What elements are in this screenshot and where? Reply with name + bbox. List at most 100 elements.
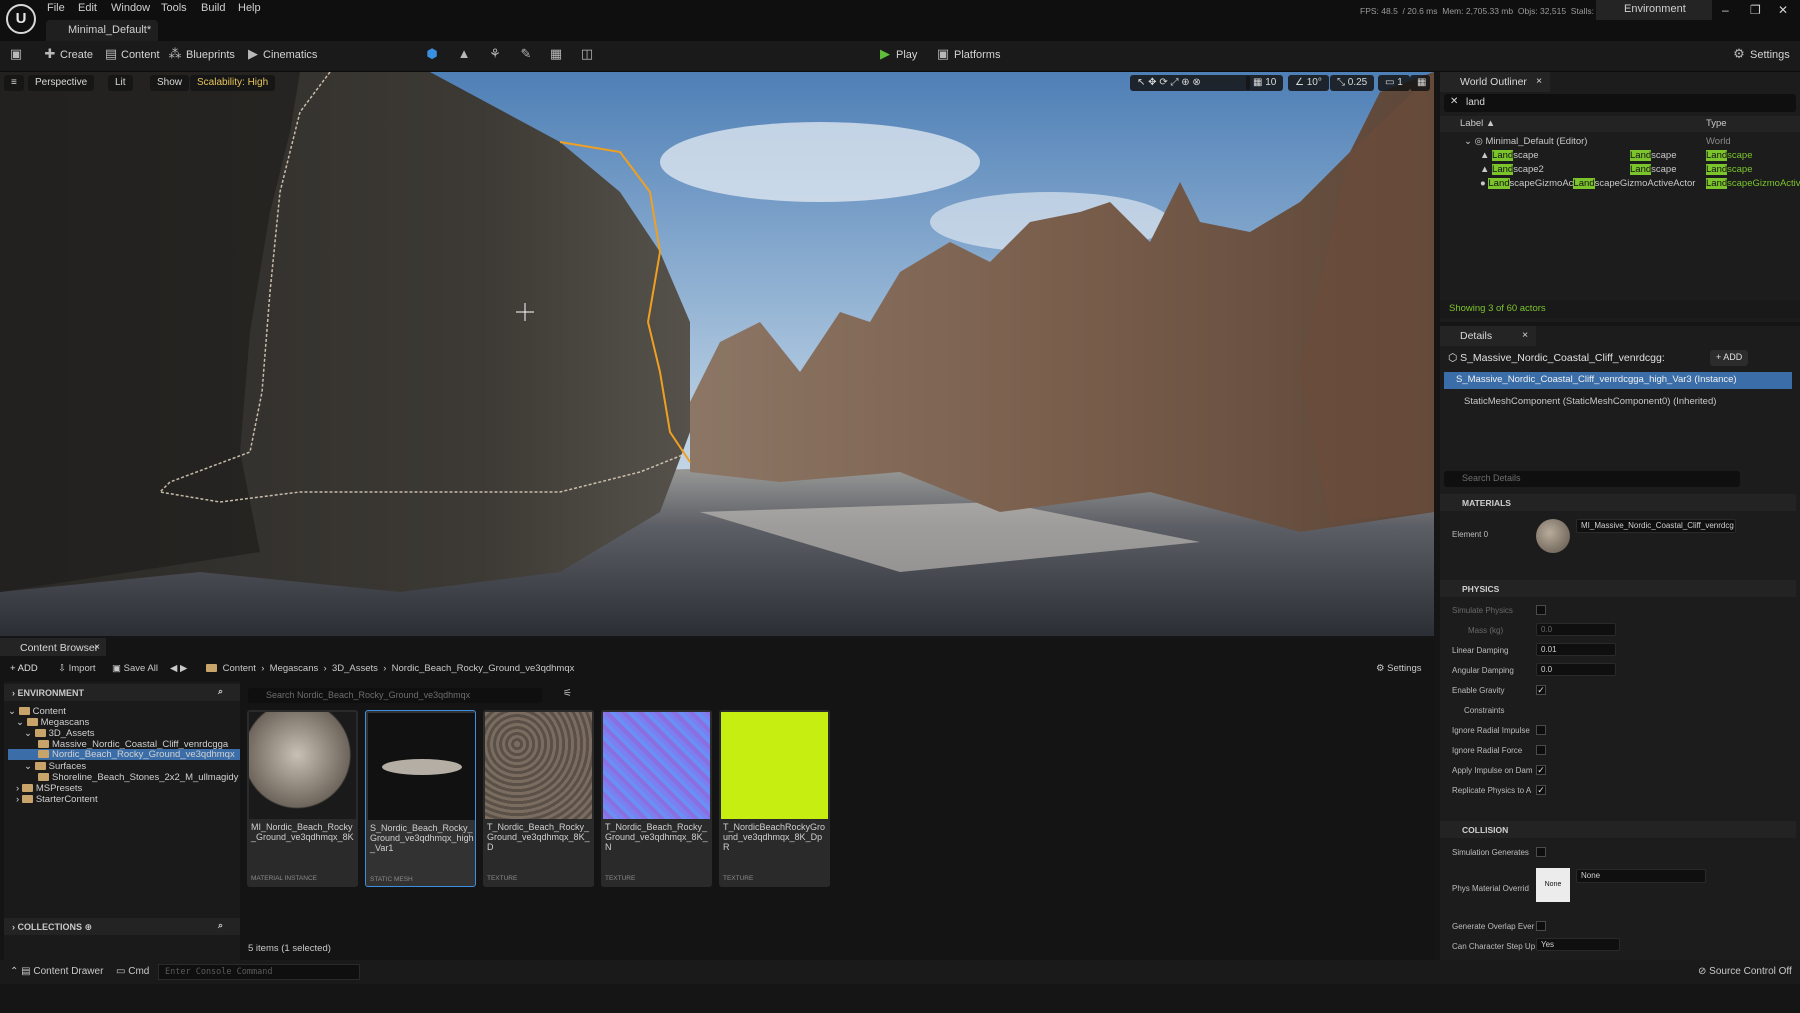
ignore-radial-force-checkbox[interactable]: [1536, 745, 1546, 755]
console-input[interactable]: Enter Console Command: [158, 964, 360, 980]
filter-icon[interactable]: ⚟: [563, 688, 572, 699]
landscape-mode-icon[interactable]: ▲: [457, 47, 471, 61]
cmd-button[interactable]: ▭ Cmd: [116, 966, 149, 977]
instance-row[interactable]: S_Massive_Nordic_Coastal_Cliff_venrdcgga…: [1444, 372, 1792, 389]
tree-item-startercontent[interactable]: › StarterContent: [16, 794, 98, 805]
tree-item-content[interactable]: ⌄ Content: [8, 706, 66, 717]
asset-tile[interactable]: T_Nordic_Beach_Rocky_Ground_ve3qdhmqx_8K…: [483, 710, 594, 887]
phys-material-thumbnail[interactable]: None: [1536, 868, 1570, 902]
save-all-button[interactable]: ▣ Save All: [112, 663, 158, 674]
angle-snap-button[interactable]: ∠ 10°: [1288, 75, 1329, 91]
close-tab-icon[interactable]: ×: [1536, 75, 1542, 87]
breadcrumb-current-folder[interactable]: Nordic_Beach_Rocky_Ground_ve3qdhmqx: [392, 663, 575, 674]
play-icon[interactable]: ▶: [878, 47, 892, 61]
details-tab[interactable]: Details ×: [1440, 326, 1536, 346]
materials-section[interactable]: MATERIALS: [1440, 494, 1796, 511]
label-column-header[interactable]: Label ▲: [1460, 118, 1495, 129]
tree-item-mspresets[interactable]: › MSPresets: [16, 783, 82, 794]
material-thumbnail[interactable]: [1536, 519, 1570, 553]
level-viewport[interactable]: ≡ Perspective Lit Show Scalability: High…: [0, 72, 1434, 636]
history-nav[interactable]: ◀ ▶: [170, 663, 187, 674]
mass-field[interactable]: 0.0: [1536, 623, 1616, 636]
close-tab-icon[interactable]: ×: [1522, 329, 1528, 341]
menu-help[interactable]: Help: [238, 2, 261, 14]
save-icon[interactable]: ▣: [9, 47, 23, 61]
unreal-logo-icon[interactable]: U: [6, 4, 36, 34]
simulate-physics-checkbox[interactable]: [1536, 605, 1546, 615]
cinematics-button[interactable]: Cinematics: [263, 49, 317, 61]
constraints-label[interactable]: Constraints: [1464, 706, 1504, 715]
level-tab[interactable]: Minimal_Default*: [46, 20, 158, 41]
outliner-search-input[interactable]: ✕ land: [1444, 94, 1796, 112]
tree-item-megascans[interactable]: ⌄ Megascans: [16, 717, 89, 728]
fracture-mode-icon[interactable]: ◫: [580, 47, 594, 61]
cb-settings-button[interactable]: ⚙ Settings: [1376, 663, 1421, 674]
collision-section[interactable]: COLLISION: [1440, 821, 1796, 838]
apply-impulse-checkbox[interactable]: ✓: [1536, 765, 1546, 775]
close-window-icon[interactable]: ✕: [1778, 3, 1788, 17]
outliner-row-landscape[interactable]: ▲ Landscape Landscape Landscape: [1480, 150, 1753, 161]
clear-search-icon[interactable]: ✕: [1450, 96, 1458, 107]
show-button[interactable]: Show: [150, 75, 190, 91]
search-icon[interactable]: ⌕: [218, 920, 223, 931]
modeling-mode-icon[interactable]: ▦: [549, 47, 563, 61]
create-button[interactable]: Create: [60, 49, 93, 61]
transform-tools[interactable]: ↖ ✥ ⟳ ⤢ ⊕ ⊗: [1130, 75, 1250, 91]
simulation-generates-checkbox[interactable]: [1536, 847, 1546, 857]
viewport-layout-icon[interactable]: ▦: [1410, 75, 1430, 91]
search-icon[interactable]: ⌕: [218, 686, 223, 697]
content-drawer-button[interactable]: ⌃ ▤ Content Drawer: [10, 966, 103, 977]
details-search-input[interactable]: Search Details: [1444, 471, 1740, 487]
enable-gravity-checkbox[interactable]: ✓: [1536, 685, 1546, 695]
menu-edit[interactable]: Edit: [78, 2, 97, 14]
viewport-menu-icon[interactable]: ≡: [4, 75, 24, 91]
scale-snap-button[interactable]: ⤡ 0.25: [1330, 75, 1375, 91]
component-row[interactable]: StaticMeshComponent (StaticMeshComponent…: [1464, 396, 1716, 407]
camera-speed-button[interactable]: ▭ 1: [1378, 75, 1410, 91]
mesh-paint-icon[interactable]: ✎: [519, 47, 533, 61]
tree-item-shoreline[interactable]: Shoreline_Beach_Stones_2x2_M_ullmagidy: [38, 772, 238, 783]
collections-header[interactable]: › COLLECTIONS ⊕ ⌕: [4, 918, 240, 935]
replicate-physics-checkbox[interactable]: ✓: [1536, 785, 1546, 795]
content-button[interactable]: Content: [121, 49, 160, 61]
type-column-header[interactable]: Type: [1706, 118, 1727, 129]
outliner-row-world[interactable]: ⌄ ◎ Minimal_Default (Editor) World: [1464, 136, 1731, 147]
tree-item-3d-assets[interactable]: ⌄ 3D_Assets: [24, 728, 95, 739]
settings-button[interactable]: Settings: [1750, 49, 1790, 61]
menu-build[interactable]: Build: [201, 2, 225, 14]
generate-overlap-checkbox[interactable]: [1536, 921, 1546, 931]
select-mode-icon[interactable]: ⬢: [425, 47, 439, 61]
menu-file[interactable]: File: [47, 2, 65, 14]
cb-add-button[interactable]: + ADD: [10, 663, 38, 674]
menu-tools[interactable]: Tools: [161, 2, 187, 14]
environment-tab[interactable]: Environment: [1596, 0, 1712, 20]
source-control-button[interactable]: ⊘ Source Control Off: [1698, 966, 1792, 977]
environment-header[interactable]: › ENVIRONMENT ⌕: [4, 684, 240, 701]
minimize-icon[interactable]: –: [1722, 3, 1729, 17]
asset-tile[interactable]: MI_Nordic_Beach_Rocky_Ground_ve3qdhmqx_8…: [247, 710, 358, 887]
outliner-row-landscape2[interactable]: ▲ Landscape2 Landscape Landscape: [1480, 164, 1753, 175]
asset-tile[interactable]: T_NordicBeachRockyGround_ve3qdhmqx_8K_Dp…: [719, 710, 830, 887]
phys-material-dropdown[interactable]: None: [1576, 869, 1706, 883]
scalability-button[interactable]: Scalability: High: [190, 75, 276, 91]
asset-tile-selected[interactable]: S_Nordic_Beach_Rocky_Ground_ve3qdhmqx_hi…: [365, 710, 476, 887]
platforms-button[interactable]: Platforms: [954, 49, 1000, 61]
import-button[interactable]: ⇩ Import: [58, 663, 96, 674]
material-dropdown[interactable]: MI_Massive_Nordic_Coastal_Cliff_venrdcg: [1576, 519, 1736, 533]
tree-item-nordic-beach-selected[interactable]: Nordic_Beach_Rocky_Ground_ve3qdhmqx: [8, 749, 240, 760]
close-tab-icon[interactable]: ×: [94, 641, 100, 653]
add-component-button[interactable]: + ADD: [1710, 350, 1749, 366]
can-step-dropdown[interactable]: Yes: [1536, 938, 1620, 951]
world-outliner-tab[interactable]: World Outliner ×: [1440, 72, 1550, 92]
blueprints-button[interactable]: Blueprints: [186, 49, 235, 61]
asset-tile[interactable]: T_Nordic_Beach_Rocky_Ground_ve3qdhmqx_8K…: [601, 710, 712, 887]
ignore-radial-impulse-checkbox[interactable]: [1536, 725, 1546, 735]
asset-search-input[interactable]: Search Nordic_Beach_Rocky_Ground_ve3qdhm…: [248, 688, 542, 703]
breadcrumb-3d-assets[interactable]: 3D_Assets: [332, 663, 378, 674]
foliage-mode-icon[interactable]: ⚘: [488, 47, 502, 61]
play-button[interactable]: Play: [896, 49, 917, 61]
content-browser-tab[interactable]: Content Browser ×: [0, 638, 106, 656]
grid-snap-button[interactable]: ▦ 10: [1246, 75, 1284, 91]
angular-damping-field[interactable]: 0.0: [1536, 663, 1616, 676]
breadcrumb-content[interactable]: Content: [223, 663, 256, 674]
